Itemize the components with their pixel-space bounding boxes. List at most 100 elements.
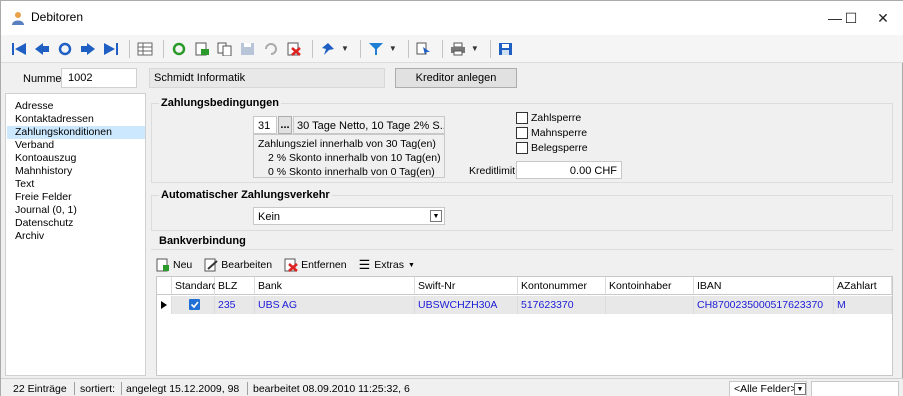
remove-button[interactable]: Entfernen xyxy=(301,259,347,271)
pin-icon[interactable] xyxy=(318,39,338,59)
entry-count: 22 Einträge xyxy=(13,383,67,395)
toolbar-separator xyxy=(163,39,164,58)
column-header-iban[interactable]: IBAN xyxy=(694,277,834,295)
floppy-icon[interactable] xyxy=(496,39,516,59)
checked-checkbox-icon[interactable] xyxy=(175,296,215,314)
main-toolbar: ▼ ▼ ▼ xyxy=(1,35,903,63)
column-header-bank[interactable]: Bank xyxy=(255,277,415,295)
previous-record-icon[interactable] xyxy=(32,39,52,59)
payment-description-field: 30 Tage Netto, 10 Tage 2% S... xyxy=(293,116,445,134)
export-icon[interactable] xyxy=(192,39,212,59)
belegsperre-label: Belegsperre xyxy=(531,142,588,154)
save-icon[interactable] xyxy=(238,39,258,59)
sidebar-item-freie-felder[interactable]: Freie Felder xyxy=(7,191,145,204)
table-row-bank-cell[interactable]: UBS AG xyxy=(255,296,415,314)
bankverbindung-title: Bankverbindung xyxy=(159,235,246,247)
payment-code-field[interactable]: 31 xyxy=(253,116,277,134)
refresh-icon[interactable] xyxy=(55,39,75,59)
mahnsperre-label: Mahnsperre xyxy=(531,127,588,139)
payment-term-line: Zahlungsziel innerhalb von 30 Tag(en) xyxy=(258,138,436,150)
chevron-down-icon[interactable]: ▼ xyxy=(794,383,806,395)
payment-lookup-button[interactable]: ... xyxy=(278,116,292,134)
row-selector-header xyxy=(157,277,172,295)
bank-toolbar: Neu Bearbeiten Entfernen ☰ Extras ▼ xyxy=(156,256,419,274)
skonto-line-2: 0 % Skonto innerhalb von 0 Tag(en) xyxy=(268,166,435,178)
new-button[interactable]: Neu xyxy=(173,259,192,271)
table-row-standard-cell[interactable] xyxy=(172,296,215,314)
zahlungsverkehr-select[interactable]: Kein xyxy=(253,207,445,225)
row-indicator[interactable] xyxy=(157,296,172,314)
table-row-blz-cell[interactable]: 235 xyxy=(215,296,255,314)
debitoren-window: Debitoren — ☐ ✕ ▼ ▼ ▼ Nummer 1002 Schmid… xyxy=(0,0,903,396)
chevron-down-icon[interactable]: ▼ xyxy=(408,262,415,269)
sidebar: Adresse Kontaktadressen Zahlungskonditio… xyxy=(5,93,146,376)
created-info: angelegt 15.12.2009, 98 xyxy=(126,383,240,395)
toolbar-separator xyxy=(441,39,443,58)
table-row-iban-cell[interactable]: CH8700235000517623370 xyxy=(694,296,834,314)
edit-button[interactable]: Bearbeiten xyxy=(221,259,272,271)
cursor-icon[interactable] xyxy=(414,39,434,59)
table-row-kontonummer-cell[interactable]: 517623370 xyxy=(518,296,606,314)
sidebar-item-kontoauszug[interactable]: Kontoauszug xyxy=(7,152,145,165)
chevron-down-icon[interactable]: ▼ xyxy=(341,44,349,53)
status-separator xyxy=(121,382,122,395)
toolbar-separator xyxy=(359,39,361,58)
section-divider xyxy=(151,249,893,250)
table-row-kontoinhaber-cell[interactable] xyxy=(606,296,694,314)
next-record-icon[interactable] xyxy=(78,39,98,59)
sidebar-item-journal[interactable]: Journal (0, 1) xyxy=(7,204,145,217)
user-app-icon xyxy=(12,12,24,25)
sidebar-item-mahnhistory[interactable]: Mahnhistory xyxy=(7,165,145,178)
kreditlimit-label: Kreditlimit xyxy=(469,165,516,177)
delete-icon[interactable] xyxy=(284,39,304,59)
chevron-down-icon[interactable]: ▼ xyxy=(389,44,397,53)
number-field[interactable]: 1002 xyxy=(61,68,137,88)
chevron-down-icon[interactable]: ▼ xyxy=(430,210,442,222)
sidebar-item-zahlungskonditionen[interactable]: Zahlungskonditionen xyxy=(7,126,145,139)
customer-name-field: Schmidt Informatik xyxy=(149,68,385,88)
toolbar-separator xyxy=(312,39,313,58)
column-header-azahlart[interactable]: AZahlart xyxy=(834,277,892,295)
column-header-kontonummer[interactable]: Kontonummer xyxy=(518,277,606,295)
table-view-icon[interactable] xyxy=(135,39,155,59)
filter-icon[interactable] xyxy=(366,39,386,59)
status-bar: 22 Einträge sortiert: angelegt 15.12.200… xyxy=(1,378,903,396)
last-record-icon[interactable] xyxy=(101,39,121,59)
sidebar-item-adresse[interactable]: Adresse xyxy=(7,100,145,113)
kreditlimit-field[interactable]: 0.00 CHF xyxy=(516,161,622,179)
sidebar-item-text[interactable]: Text xyxy=(7,178,145,191)
close-icon: ✕ xyxy=(877,9,889,26)
copy-icon[interactable] xyxy=(215,39,235,59)
zahlungsbedingungen-title: Zahlungsbedingungen xyxy=(159,97,281,109)
remove-icon xyxy=(284,258,298,272)
table-row-swift-cell[interactable]: UBSWCHZH30A xyxy=(415,296,518,314)
edited-info: bearbeitet 08.09.2010 11:25:32, 6 xyxy=(253,383,410,395)
undo-icon[interactable] xyxy=(261,39,281,59)
close-button[interactable]: ✕ xyxy=(860,1,903,35)
payment-details-box: Zahlungsziel innerhalb von 30 Tag(en) 2 … xyxy=(253,134,445,178)
column-header-standard[interactable]: Standard xyxy=(172,277,218,295)
column-header-blz[interactable]: BLZ xyxy=(215,277,255,295)
sidebar-item-archiv[interactable]: Archiv xyxy=(7,230,145,243)
sort-status: sortiert: xyxy=(80,383,116,395)
quick-search-input[interactable] xyxy=(811,381,899,396)
create-kreditor-button[interactable]: Kreditor anlegen xyxy=(395,68,517,88)
column-header-swift[interactable]: Swift-Nr xyxy=(415,277,518,295)
toolbar-separator xyxy=(129,39,130,58)
print-icon[interactable] xyxy=(448,39,468,59)
reload-icon[interactable] xyxy=(169,39,189,59)
zahlsperre-label: Zahlsperre xyxy=(531,112,582,124)
zahlungsverkehr-title: Automatischer Zahlungsverkehr xyxy=(159,189,332,201)
extras-button[interactable]: Extras xyxy=(374,259,404,271)
zahlsperre-checkbox[interactable] xyxy=(516,112,528,124)
first-record-icon[interactable] xyxy=(9,39,29,59)
sidebar-item-datenschutz[interactable]: Datenschutz xyxy=(7,217,145,230)
bank-table: Standard BLZ Bank Swift-Nr Kontonummer K… xyxy=(156,276,893,376)
sidebar-item-kontaktadressen[interactable]: Kontaktadressen xyxy=(7,113,145,126)
belegsperre-checkbox[interactable] xyxy=(516,142,528,154)
column-header-kontoinhaber[interactable]: Kontoinhaber xyxy=(606,277,694,295)
mahnsperre-checkbox[interactable] xyxy=(516,127,528,139)
table-row-azahlart-cell[interactable]: M xyxy=(834,296,892,314)
sidebar-item-verband[interactable]: Verband xyxy=(7,139,145,152)
chevron-down-icon[interactable]: ▼ xyxy=(471,44,479,53)
